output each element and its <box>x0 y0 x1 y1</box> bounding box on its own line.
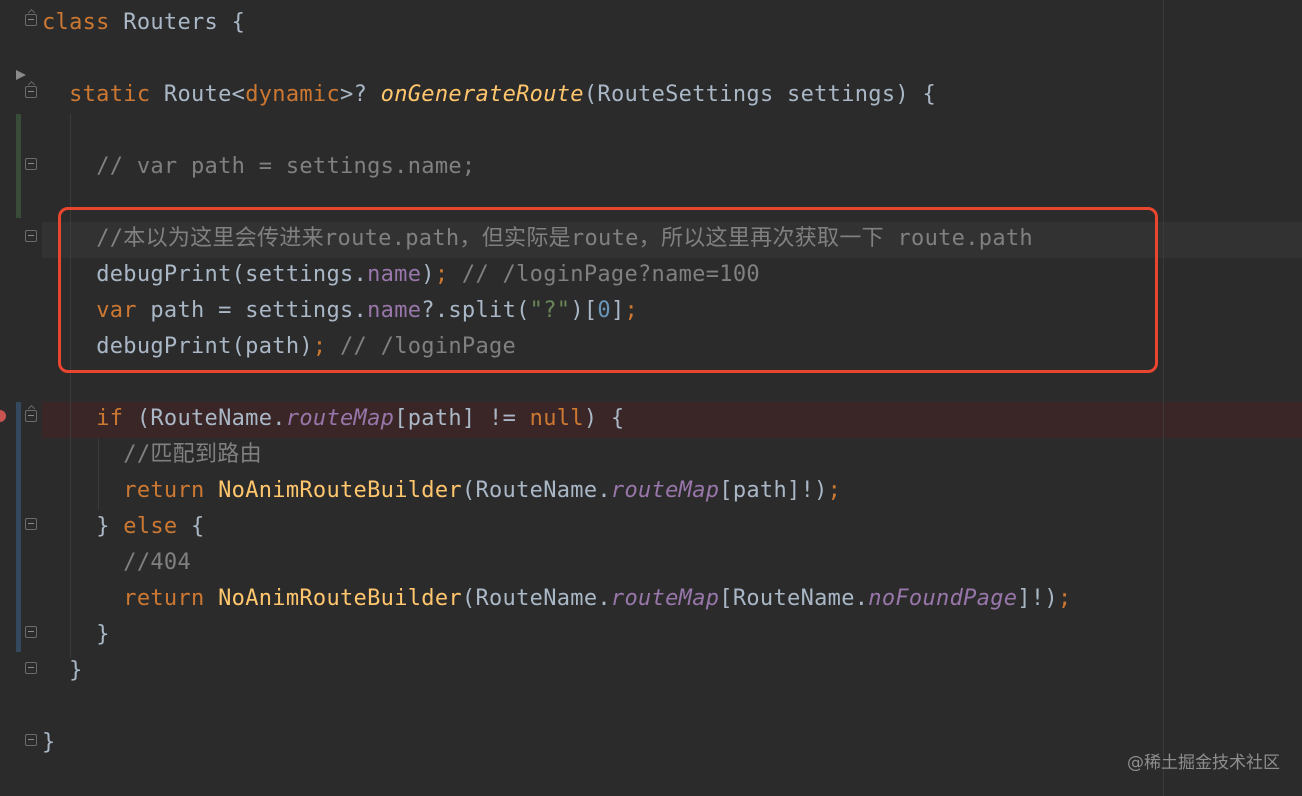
code-line[interactable]: if (RouteName.routeMap[path] != null) { <box>42 401 624 437</box>
code-token: [path]!) <box>719 478 828 503</box>
code-token: static <box>69 82 151 107</box>
code-token: (RouteName. <box>461 478 611 503</box>
code-line[interactable]: } <box>42 653 83 689</box>
fold-icon[interactable] <box>25 626 37 638</box>
right-margin-line <box>1163 0 1164 796</box>
code-token: return <box>123 478 205 503</box>
fold-open-icon[interactable] <box>25 86 37 98</box>
code-token: onGenerateRoute <box>380 82 584 107</box>
code-token: if <box>96 406 124 431</box>
code-token: noFoundPage <box>868 586 1018 611</box>
code-token: //404 <box>123 550 192 575</box>
code-token: (RouteName. <box>461 586 611 611</box>
watermark: @稀土掘金技术社区 <box>1127 753 1280 773</box>
code-line[interactable]: } <box>42 725 56 761</box>
code-token: } <box>96 622 110 647</box>
change-marker-added[interactable] <box>16 114 21 218</box>
execution-arrow-icon <box>16 70 26 80</box>
code-line[interactable]: return NoAnimRouteBuilder(RouteName.rout… <box>42 473 841 509</box>
code-token: } <box>42 730 56 755</box>
code-token: null <box>529 406 584 431</box>
code-line[interactable]: // var path = settings.name; <box>42 149 475 185</box>
code-token: { <box>177 514 205 539</box>
code-token: routeMap <box>610 586 720 611</box>
fold-open-icon[interactable] <box>25 14 37 26</box>
code-token: NoAnimRouteBuilder <box>218 586 462 611</box>
code-line[interactable]: } <box>42 617 110 653</box>
code-line[interactable]: } else { <box>42 509 205 545</box>
fold-icon[interactable] <box>25 662 37 674</box>
code-token: else <box>123 514 178 539</box>
code-token: ; <box>1057 586 1072 611</box>
fold-open-icon[interactable] <box>25 410 37 422</box>
code-token: } <box>69 658 83 683</box>
code-token: return <box>123 586 205 611</box>
fold-icon[interactable] <box>25 518 37 530</box>
code-token: Routers { <box>109 10 246 35</box>
code-token: Route< <box>150 82 246 107</box>
fold-icon[interactable] <box>25 734 37 746</box>
code-token: class <box>42 10 110 35</box>
code-token: [path] != <box>394 406 530 431</box>
fold-icon[interactable] <box>25 158 37 170</box>
fold-icon[interactable] <box>25 230 37 242</box>
code-token: // var path = settings.name; <box>96 154 476 179</box>
code-token: (RouteName. <box>123 406 286 431</box>
code-line[interactable]: class Routers { <box>42 5 245 41</box>
annotation-highlight-box <box>58 207 1158 373</box>
code-line[interactable]: //404 <box>42 545 191 581</box>
code-token: //匹配到路由 <box>123 442 262 467</box>
code-token: dynamic <box>245 82 341 107</box>
code-token: routeMap <box>285 406 395 431</box>
code-token: (RouteSettings settings) { <box>583 82 937 107</box>
code-token: ]!) <box>1017 586 1058 611</box>
editor-gutter[interactable] <box>0 0 42 796</box>
code-token: routeMap <box>610 478 720 503</box>
code-token: NoAnimRouteBuilder <box>218 478 462 503</box>
code-token: ) { <box>583 406 625 431</box>
code-token: ; <box>827 478 842 503</box>
code-editor[interactable]: class Routers { static Route<dynamic>? o… <box>0 0 1302 796</box>
code-token: >? <box>340 82 381 107</box>
code-token: } <box>96 514 124 539</box>
code-line[interactable]: //匹配到路由 <box>42 437 262 473</box>
code-line[interactable]: static Route<dynamic>? onGenerateRoute(R… <box>42 77 936 113</box>
code-line[interactable]: return NoAnimRouteBuilder(RouteName.rout… <box>42 581 1071 617</box>
change-marker-modified[interactable] <box>16 402 21 652</box>
code-token: [RouteName. <box>719 586 869 611</box>
